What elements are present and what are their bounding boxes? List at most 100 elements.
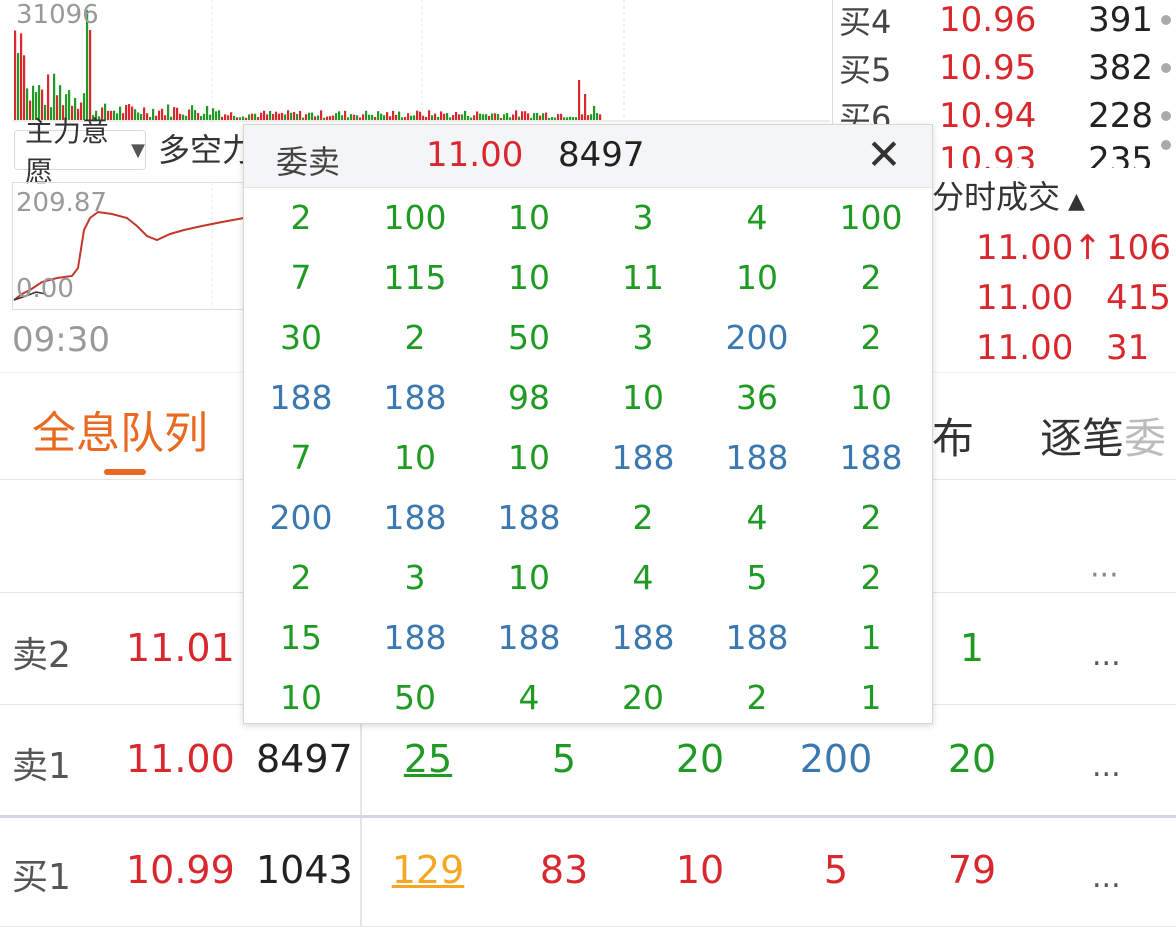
line-max-label: 209.87 xyxy=(16,188,107,218)
volume-bar xyxy=(551,117,554,120)
popup-order-cell[interactable]: 115 xyxy=(358,258,472,297)
popup-order-cell[interactable]: 2 xyxy=(700,678,814,717)
volume-bar xyxy=(287,110,290,120)
popup-order-cell[interactable]: 1 xyxy=(814,618,928,657)
volume-bar xyxy=(308,112,311,120)
popup-order-cell[interactable]: 188 xyxy=(700,618,814,657)
popup-order-cell[interactable]: 36 xyxy=(700,378,814,417)
popup-order-cell[interactable]: 188 xyxy=(244,378,358,417)
popup-order-cell[interactable]: 4 xyxy=(472,678,586,717)
popup-qty: 8497 xyxy=(558,135,645,175)
popup-order-cell[interactable]: 15 xyxy=(244,618,358,657)
popup-order-cell[interactable]: 100 xyxy=(358,198,472,237)
popup-order-cell[interactable]: 7 xyxy=(244,438,358,477)
volume-bar xyxy=(158,110,161,120)
queue-order-cell[interactable]: 20 xyxy=(650,737,750,781)
book-row[interactable]: 买5 10.95 382 xyxy=(839,44,1171,92)
popup-order-cell[interactable]: 11 xyxy=(586,258,700,297)
popup-order-cell[interactable]: 10 xyxy=(586,378,700,417)
volume-bar xyxy=(227,115,230,120)
queue-order-cell[interactable]: 83 xyxy=(514,848,614,892)
popup-order-cell[interactable]: 4 xyxy=(586,558,700,597)
popup-order-cell[interactable]: 98 xyxy=(472,378,586,417)
popup-order-cell[interactable]: 5 xyxy=(700,558,814,597)
tab-distribution[interactable]: 布 xyxy=(932,405,974,466)
popup-order-cell[interactable]: 188 xyxy=(814,438,928,477)
volume-bar xyxy=(332,115,335,120)
queue-order-cell[interactable]: 10 xyxy=(650,848,750,892)
popup-order-cell[interactable]: 10 xyxy=(472,438,586,477)
popup-order-cell[interactable]: 188 xyxy=(358,378,472,417)
indicator-tab-duokong[interactable]: 多空力 xyxy=(158,130,254,170)
popup-order-cell[interactable]: 50 xyxy=(358,678,472,717)
popup-order-cell[interactable]: 3 xyxy=(586,318,700,357)
popup-order-cell[interactable]: 50 xyxy=(472,318,586,357)
indicator-dropdown[interactable]: 主力意愿 ▼ xyxy=(14,115,146,188)
popup-order-cell[interactable]: 10 xyxy=(472,258,586,297)
popup-order-cell[interactable]: 2 xyxy=(586,498,700,537)
more-icon[interactable]: ... xyxy=(1092,638,1121,673)
popup-order-cell[interactable]: 7 xyxy=(244,258,358,297)
popup-order-cell[interactable]: 188 xyxy=(472,618,586,657)
popup-order-cell[interactable]: 188 xyxy=(358,618,472,657)
popup-order-cell[interactable]: 2 xyxy=(814,558,928,597)
popup-order-cell[interactable]: 4 xyxy=(700,498,814,537)
queue-row[interactable]: 买1 10.99 1043 129 83 10 5 79... xyxy=(0,816,1176,927)
queue-order-cell[interactable]: 79 xyxy=(922,848,1022,892)
popup-order-cell[interactable]: 10 xyxy=(472,558,586,597)
popup-order-cell[interactable]: 2 xyxy=(814,318,928,357)
popup-grid-row: 2 100 10 3 4 100 xyxy=(244,187,932,247)
popup-order-cell[interactable]: 4 xyxy=(700,198,814,237)
volume-bar xyxy=(425,116,428,120)
fenshi-header[interactable]: 分时成交 ▲ xyxy=(932,172,1085,218)
queue-order-cell[interactable]: 25 xyxy=(378,737,478,781)
popup-order-cell[interactable]: 200 xyxy=(700,318,814,357)
volume-bar xyxy=(299,110,302,120)
volume-bar xyxy=(446,113,449,120)
tab-zhubi[interactable]: 逐笔委 xyxy=(1040,405,1166,466)
popup-order-cell[interactable]: 10 xyxy=(244,678,358,717)
popup-order-cell[interactable]: 200 xyxy=(244,498,358,537)
popup-order-cell[interactable]: 3 xyxy=(586,198,700,237)
popup-order-cell[interactable]: 2 xyxy=(814,258,928,297)
popup-order-cell[interactable]: 2 xyxy=(358,318,472,357)
more-icon[interactable]: ... xyxy=(1092,860,1121,895)
popup-order-cell[interactable]: 2 xyxy=(244,558,358,597)
volume-bar xyxy=(125,104,128,120)
popup-order-cell[interactable]: 188 xyxy=(358,498,472,537)
popup-order-cell[interactable]: 2 xyxy=(814,498,928,537)
popup-order-cell[interactable]: 30 xyxy=(244,318,358,357)
volume-bar xyxy=(509,117,512,120)
popup-order-cell[interactable]: 10 xyxy=(814,378,928,417)
close-icon[interactable]: ✕ xyxy=(862,133,906,177)
queue-order-cell[interactable]: 5 xyxy=(514,737,614,781)
popup-order-cell[interactable]: 188 xyxy=(586,618,700,657)
queue-order-cell[interactable]: 1 xyxy=(922,626,1022,670)
popup-order-cell[interactable]: 10 xyxy=(358,438,472,477)
queue-row-label: 卖1 xyxy=(12,746,71,787)
popup-order-cell[interactable]: 20 xyxy=(586,678,700,717)
queue-order-cell[interactable]: 200 xyxy=(786,737,886,781)
more-icon[interactable]: ... xyxy=(1092,749,1121,784)
tab-zhubi-label: 逐笔 xyxy=(1040,414,1125,463)
queue-order-cell[interactable]: 129 xyxy=(378,848,478,892)
popup-order-cell[interactable]: 3 xyxy=(358,558,472,597)
volume-bar xyxy=(20,33,23,120)
popup-order-cell[interactable]: 188 xyxy=(472,498,586,537)
popup-order-cell[interactable]: 10 xyxy=(700,258,814,297)
popup-order-cell[interactable]: 188 xyxy=(700,438,814,477)
tick-row: 11.00 31 xyxy=(976,328,1149,368)
popup-order-cell[interactable]: 100 xyxy=(814,198,928,237)
popup-order-cell[interactable]: 188 xyxy=(586,438,700,477)
queue-order-cell[interactable]: 5 xyxy=(786,848,886,892)
book-row[interactable]: 买4 10.96 391 xyxy=(839,0,1171,44)
volume-bar xyxy=(407,113,410,120)
queue-order-cell[interactable]: 20 xyxy=(922,737,1022,781)
popup-order-cell[interactable]: 2 xyxy=(244,198,358,237)
more-icon: ··· xyxy=(1090,558,1119,593)
popup-order-cell[interactable]: 1 xyxy=(814,678,928,717)
volume-bar xyxy=(173,107,176,120)
tab-quanxi-queue[interactable]: 全息队列 xyxy=(32,397,208,461)
volume-bar xyxy=(212,108,215,120)
popup-order-cell[interactable]: 10 xyxy=(472,198,586,237)
